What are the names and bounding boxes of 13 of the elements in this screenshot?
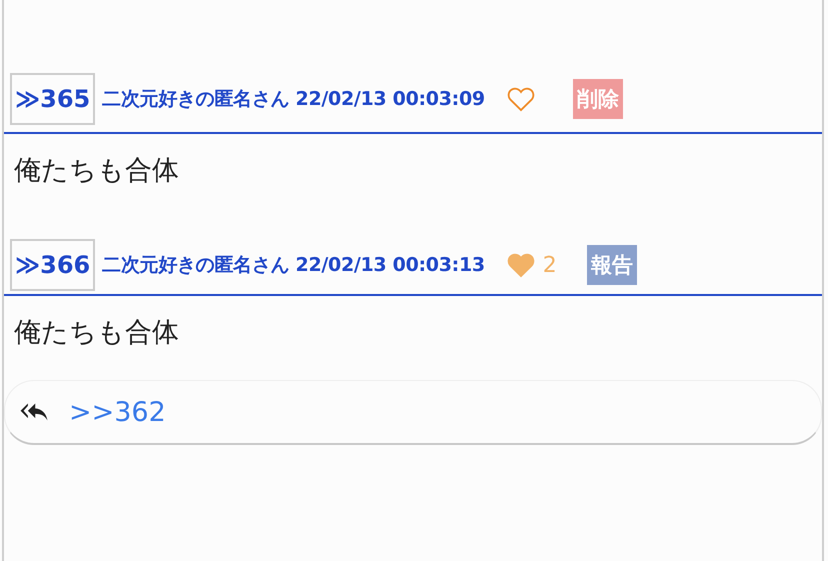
heart-icon[interactable] bbox=[506, 252, 535, 278]
post-number-link[interactable]: ≫365 bbox=[10, 73, 96, 125]
post-number-link[interactable]: ≫366 bbox=[10, 239, 96, 291]
like-count: 2 bbox=[542, 252, 557, 278]
heart-icon[interactable] bbox=[506, 86, 535, 112]
author-date: 二次元好きの匿名さん 22/02/13 00:03:09 bbox=[102, 87, 485, 112]
report-button[interactable]: 報告 bbox=[586, 245, 637, 285]
delete-button[interactable]: 削除 bbox=[572, 79, 623, 119]
reply-all-icon bbox=[19, 401, 49, 423]
post-text: 俺たちも合体 bbox=[13, 316, 180, 350]
author-date: 二次元好きの匿名さん 22/02/13 00:03:13 bbox=[102, 253, 485, 278]
post-text: 俺たちも合体 bbox=[13, 154, 180, 188]
reply-link[interactable]: >>362 bbox=[69, 396, 166, 428]
